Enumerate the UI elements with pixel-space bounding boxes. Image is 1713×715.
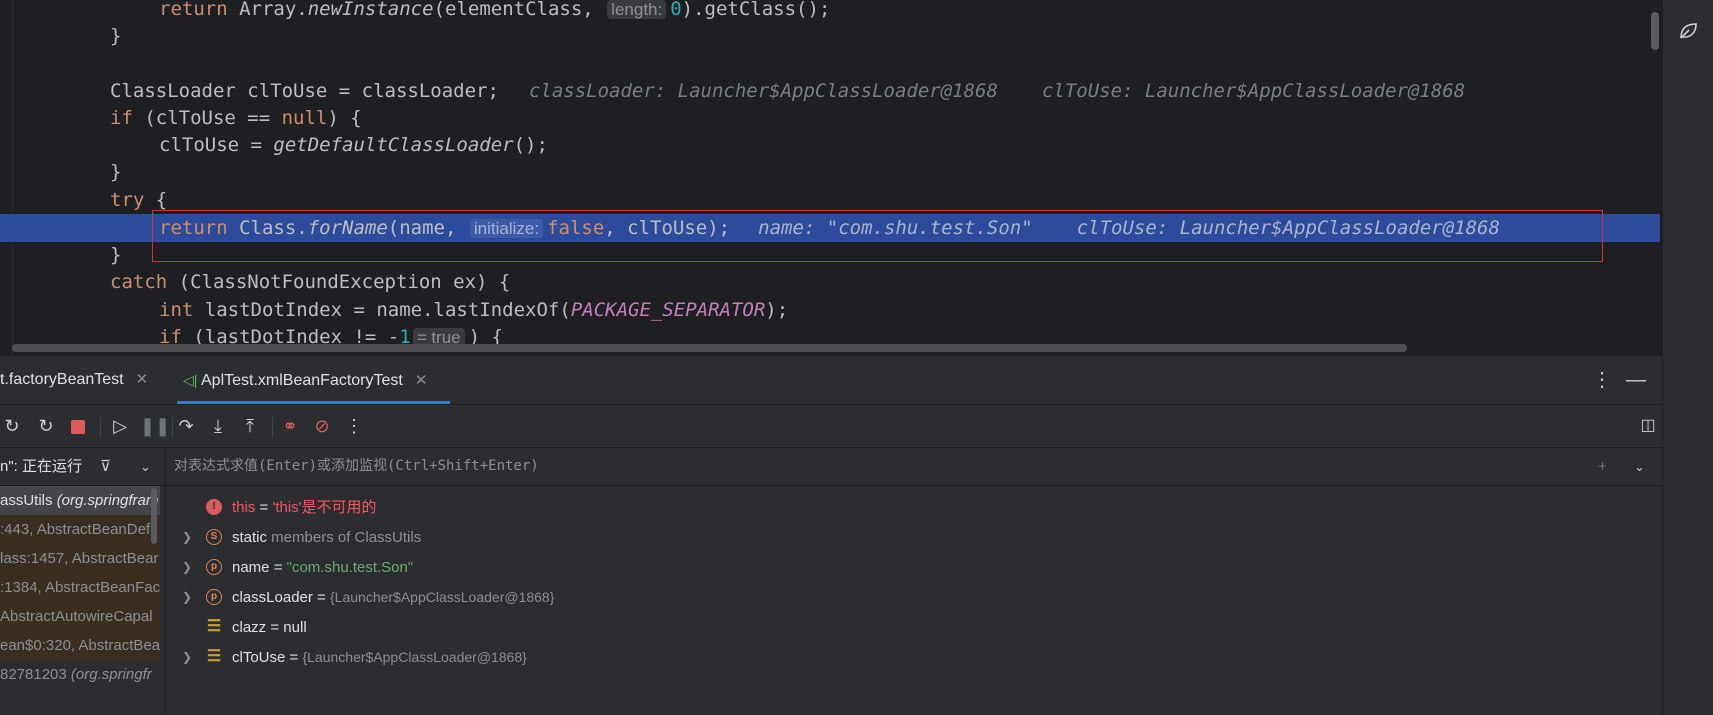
code-line-4[interactable]: if (clToUse == null) {: [0, 104, 1660, 132]
expand-icon[interactable]: ❯: [182, 583, 192, 612]
chevron-down-icon[interactable]: ⌄: [140, 448, 151, 485]
variable-row[interactable]: ❯ S static members of ClassUtils: [166, 523, 1662, 552]
toolbar-separator: [172, 417, 173, 437]
add-watch-icon[interactable]: +: [1598, 448, 1607, 485]
code-editor[interactable]: return Array.newInstance(elementClass, l…: [0, 0, 1660, 356]
close-icon[interactable]: ✕: [415, 372, 428, 389]
pause-icon[interactable]: ❚❚: [140, 414, 170, 438]
debug-value-classloader: classLoader: Launcher$AppClassLoader@186…: [528, 80, 998, 102]
frame-item[interactable]: assUtils (org.springfram: [0, 486, 160, 515]
annotation-highlight-box: [152, 210, 1603, 262]
mute-breakpoints-icon[interactable]: ⊘: [310, 414, 334, 438]
frame-item[interactable]: 82781203 (org.springfr: [0, 660, 160, 689]
code-line-5[interactable]: clToUse = getDefaultClassLoader();: [0, 131, 1660, 159]
code-line-2[interactable]: }: [0, 22, 1660, 50]
frame-item[interactable]: AbstractAutowireCapal: [0, 602, 160, 631]
vertical-scrollbar[interactable]: [1651, 12, 1659, 50]
variables-view: 对表达式求值(Enter)或添加监视(Ctrl+Shift+Enter) + ⌄…: [166, 448, 1662, 715]
variable-row[interactable]: ☰ clazz = null: [166, 613, 1662, 642]
field-icon: ☰: [206, 648, 222, 665]
more-icon[interactable]: ⋮: [342, 414, 366, 438]
step-over-icon[interactable]: ↷: [174, 414, 198, 438]
step-out-icon[interactable]: ⤒: [238, 414, 262, 438]
more-options-icon[interactable]: ⋮: [1590, 368, 1614, 392]
static-icon: S: [206, 529, 222, 545]
rerun-icon[interactable]: ↻: [0, 414, 24, 438]
debug-toolbar: ↻ ↻ ▷ ❚❚ ↷ ⤓ ⤒ ⚭ ⊘ ⋮ ◫: [0, 405, 1662, 448]
evaluate-expression-field[interactable]: 对表达式求值(Enter)或添加监视(Ctrl+Shift+Enter) + ⌄: [166, 448, 1662, 486]
error-icon: !: [206, 499, 222, 515]
step-into-icon[interactable]: ⤓: [206, 414, 230, 438]
resume-icon[interactable]: ▷: [108, 414, 132, 438]
parameter-icon: p: [206, 559, 222, 575]
field-icon: ☰: [206, 618, 222, 635]
expand-icon[interactable]: ❯: [182, 553, 192, 582]
view-breakpoints-icon[interactable]: ⚭: [278, 414, 302, 438]
horizontal-scrollbar[interactable]: [12, 344, 1407, 352]
toolbar-separator: [100, 417, 101, 437]
active-tab-indicator: [177, 401, 450, 404]
frames-list: n": 正在运行 ⊽ ⌄ assUtils (org.springfram :4…: [0, 448, 166, 715]
rerun-failed-icon[interactable]: ↻: [34, 414, 58, 438]
run-config-icon: ◁|: [183, 372, 198, 388]
code-line-10[interactable]: catch (ClassNotFoundException ex) {: [0, 268, 1660, 296]
variable-row[interactable]: ❯ p classLoader = {Launcher$AppClassLoad…: [166, 583, 1662, 612]
frames-scrollbar[interactable]: [151, 488, 157, 544]
variable-row[interactable]: ! this = 'this'是不可用的: [166, 493, 1662, 522]
code-line-1[interactable]: return Array.newInstance(elementClass, l…: [0, 0, 1660, 23]
frame-item[interactable]: :443, AbstractBeanDefi: [0, 515, 160, 544]
filter-icon[interactable]: ⊽: [100, 448, 111, 485]
leaf-icon[interactable]: [1677, 20, 1699, 42]
layout-icon[interactable]: ◫: [1636, 414, 1660, 438]
debug-value-cltouse: clToUse: Launcher$AppClassLoader@1868: [1041, 80, 1466, 102]
right-tool-strip: [1662, 0, 1713, 715]
variable-row[interactable]: ❯ p name = "com.shu.test.Son": [166, 553, 1662, 582]
parameter-icon: p: [206, 589, 222, 605]
minimize-icon[interactable]: —: [1624, 368, 1648, 392]
expand-icon[interactable]: ❯: [182, 523, 192, 552]
thread-selector[interactable]: n": 正在运行 ⊽ ⌄: [0, 448, 165, 486]
chevron-down-icon[interactable]: ⌄: [1634, 448, 1645, 485]
tab-factorybeantest[interactable]: t.factoryBeanTest ✕: [0, 356, 148, 404]
variable-row[interactable]: ❯ ☰ clToUse = {Launcher$AppClassLoader@1…: [166, 643, 1662, 672]
close-icon[interactable]: ✕: [136, 371, 149, 388]
frame-item[interactable]: :1384, AbstractBeanFac: [0, 573, 160, 602]
tab-xmlbeanfactorytest[interactable]: ◁| AplTest.xmlBeanFactoryTest ✕: [183, 356, 427, 404]
debug-panel: t.factoryBeanTest ✕ ◁| AplTest.xmlBeanFact…: [0, 356, 1662, 715]
session-tabs: t.factoryBeanTest ✕ ◁| AplTest.xmlBeanFact…: [0, 356, 1662, 405]
frame-item[interactable]: ean$0:320, AbstractBea: [0, 631, 160, 660]
code-line-11[interactable]: int lastDotIndex = name.lastIndexOf(PACK…: [0, 296, 1660, 324]
code-line-6[interactable]: }: [0, 158, 1660, 186]
frame-item[interactable]: lass:1457, AbstractBear: [0, 544, 160, 573]
inlay-hint-length: length:: [607, 0, 667, 19]
code-line-3[interactable]: ClassLoader clToUse = classLoader; classL…: [0, 77, 1660, 105]
expand-icon[interactable]: ❯: [182, 643, 192, 672]
stop-icon[interactable]: [66, 414, 90, 438]
toolbar-separator: [272, 417, 273, 437]
